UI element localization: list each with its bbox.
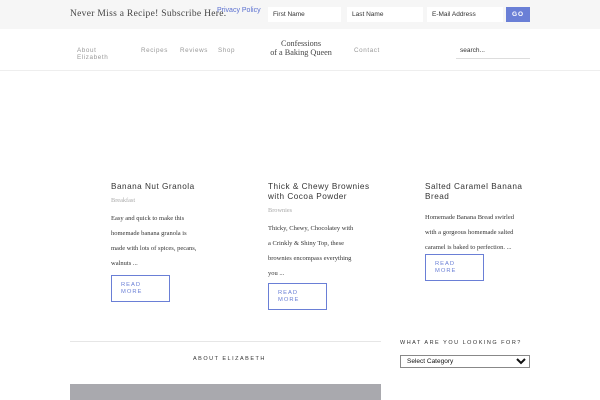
nav-item-about-elizabeth[interactable]: About Elizabeth	[77, 47, 108, 61]
subscribe-bar: Never Miss a Recipe! Subscribe Here. Pri…	[0, 0, 600, 29]
excerpt-line: with a gorgeous homemade salted	[425, 229, 514, 236]
post-title[interactable]: Thick & Chewy Brownies with Cocoa Powder	[268, 182, 383, 202]
post-title-line: Salted Caramel Banana	[425, 182, 523, 191]
post-card-salted-caramel-banana-bread: Salted Caramel Banana Bread Homemade Ban…	[425, 182, 530, 255]
post-excerpt: Thicky, Chewy, Chocolatey with a Crinkly…	[268, 221, 383, 281]
subscribe-text: Never Miss a Recipe! Subscribe Here.	[70, 9, 227, 19]
sidebar-search-heading: WHAT ARE YOU LOOKING FOR?	[400, 340, 522, 346]
post-excerpt: Easy and quick to make this homemade ban…	[111, 211, 211, 271]
read-more-line2: MORE	[435, 267, 457, 274]
post-card-thick-chewy-brownies: Thick & Chewy Brownies with Cocoa Powder…	[268, 182, 383, 281]
site-logo[interactable]: Confessions of a Baking Queen	[258, 39, 344, 57]
post-title[interactable]: Salted Caramel Banana Bread	[425, 182, 530, 202]
nav-about-line2: Elizabeth	[77, 54, 109, 61]
post-title-line: Banana Nut Granola	[111, 182, 195, 191]
nav-item-shop[interactable]: Shop	[218, 47, 235, 54]
email-field[interactable]	[427, 7, 503, 22]
about-image-panel	[70, 384, 381, 400]
read-more-line2: MORE	[278, 296, 300, 303]
excerpt-line: walnuts ...	[111, 260, 138, 267]
excerpt-line: homemade banana granola is	[111, 230, 187, 237]
read-more-button[interactable]: READ MORE	[268, 283, 327, 310]
post-title-line: with Cocoa Powder	[268, 192, 348, 201]
post-title[interactable]: Banana Nut Granola	[111, 182, 211, 192]
excerpt-line: Homemade Banana Bread swirled	[425, 214, 514, 221]
excerpt-line: made with lots of spices, pecans,	[111, 245, 197, 252]
nav-item-contact[interactable]: Contact	[354, 47, 380, 54]
nav-about-line1: About	[77, 47, 97, 54]
category-select[interactable]: Select Category	[400, 355, 530, 368]
excerpt-line: Easy and quick to make this	[111, 215, 185, 222]
read-more-button[interactable]: READ MORE	[425, 254, 484, 281]
nav-item-recipes[interactable]: Recipes	[141, 47, 168, 54]
first-name-field[interactable]	[268, 7, 341, 22]
excerpt-line: caramel is baked to perfection. ...	[425, 244, 512, 251]
excerpt-line: you ...	[268, 270, 285, 277]
about-elizabeth-heading: ABOUT ELIZABETH	[193, 356, 266, 362]
last-name-field[interactable]	[347, 7, 423, 22]
excerpt-line: Thicky, Chewy, Chocolatey with	[268, 225, 354, 232]
section-divider	[70, 341, 381, 342]
post-excerpt: Homemade Banana Bread swirled with a gor…	[425, 210, 530, 255]
go-button[interactable]: GO	[506, 7, 530, 22]
read-more-button[interactable]: READ MORE	[111, 275, 170, 302]
logo-line1: Confessions	[280, 39, 322, 48]
site-header: About Elizabeth Recipes Reviews Shop Con…	[0, 29, 600, 71]
post-card-banana-nut-granola: Banana Nut Granola Breakfast Easy and qu…	[111, 182, 211, 271]
excerpt-line: a Crinkly & Shiny Top, these	[268, 240, 344, 247]
nav-item-reviews[interactable]: Reviews	[180, 47, 208, 54]
post-title-line: Bread	[425, 192, 450, 201]
privacy-policy-link[interactable]: Privacy Policy	[217, 7, 261, 14]
post-category[interactable]: Brownies	[268, 207, 383, 214]
search-input[interactable]	[456, 42, 530, 59]
read-more-line2: MORE	[121, 288, 143, 295]
excerpt-line: brownies encompass everything	[268, 255, 352, 262]
post-category[interactable]: Breakfast	[111, 197, 211, 204]
logo-line2: of a Baking Queen	[270, 48, 332, 57]
post-title-line: Thick & Chewy Brownies	[268, 182, 370, 191]
